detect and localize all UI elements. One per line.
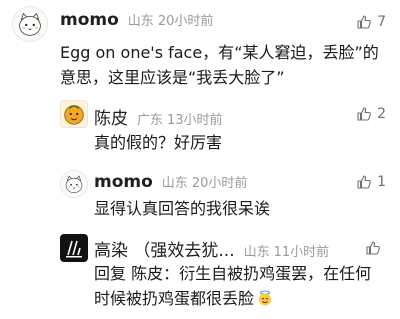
- comment-text-line: 回复 陈皮：衍生自被扔鸡蛋罢，在任何: [94, 261, 371, 286]
- like-count: 1: [377, 174, 386, 190]
- comment-text-line: 真的假的？好厉害: [94, 133, 223, 152]
- like-button[interactable]: 2: [356, 106, 386, 122]
- cat-avatar-icon: [13, 7, 47, 41]
- comment-text-line: Egg on one's face，有“某人窘迫，丢脸”的: [60, 43, 379, 62]
- thumbs-up-icon: [357, 175, 371, 189]
- thumbs-up-icon: [366, 241, 380, 255]
- comment-text: Egg on one's face，有“某人窘迫，丢脸”的 意思，这里应该是“我…: [60, 40, 379, 90]
- comment-time: 11小时前: [273, 245, 330, 260]
- avatar[interactable]: [60, 170, 88, 198]
- reply-text: 时候被扔鸡蛋都很丢脸: [94, 289, 255, 308]
- like-button[interactable]: [365, 240, 386, 256]
- reply-text: ：衍生自被扔鸡蛋罢，在任何: [163, 264, 372, 283]
- reply-prefix: 回复: [94, 264, 127, 283]
- comment-item: momo 山东 20小时前 1 显得认真回答的我很呆诶: [0, 164, 400, 232]
- like-button[interactable]: 1: [356, 174, 386, 190]
- avatar[interactable]: [60, 234, 88, 262]
- comment-thread: momo 山东 20小时前 7 Egg on one's face，有“某人窘迫…: [0, 0, 400, 319]
- reply-target-name[interactable]: 陈皮: [131, 264, 163, 283]
- smiling-face-with-halo-emoji: [257, 288, 273, 306]
- like-count: 7: [377, 14, 386, 30]
- comment-item: 陈皮 广东 13小时前 2 真的假的？好厉害: [0, 94, 400, 164]
- comment-location: 山东: [243, 245, 270, 260]
- comment-time: 13小时前: [167, 113, 223, 128]
- author-name[interactable]: 高染 （强效去犹...: [94, 236, 235, 261]
- like-button[interactable]: 7: [356, 14, 386, 30]
- cat-avatar-icon: [61, 171, 87, 197]
- comment-item: momo 山东 20小时前 7 Egg on one's face，有“某人窘迫…: [0, 0, 400, 94]
- thumbs-up-icon: [357, 107, 371, 121]
- comment-location: 广东: [137, 113, 164, 128]
- thumbs-up-icon: [357, 15, 371, 29]
- black-logo-avatar-icon: [60, 234, 88, 262]
- comment-text-line: 时候被扔鸡蛋都很丢脸: [94, 286, 371, 311]
- comment-text: 回复 陈皮：衍生自被扔鸡蛋罢，在任何 时候被扔鸡蛋都很丢脸: [94, 261, 371, 311]
- comment-time: 20小时前: [191, 176, 248, 191]
- comment-text-line: 显得认真回答的我很呆诶: [94, 199, 271, 218]
- comment-text-line: 意思，这里应该是“我丢大脸了”: [60, 68, 285, 87]
- comment-location: 山东: [161, 176, 188, 191]
- comment-text: 真的假的？好厉害: [94, 130, 222, 155]
- author-name[interactable]: 陈皮: [94, 104, 128, 129]
- orange-character-avatar-icon: [61, 101, 87, 127]
- author-name[interactable]: momo: [94, 172, 153, 192]
- comment-time: 20小时前: [157, 14, 214, 29]
- comment-item: 高染 （强效去犹... 山东 11小时前 回复 陈皮：衍生自被扔鸡蛋罢，在任何 …: [0, 232, 400, 319]
- avatar[interactable]: [12, 6, 48, 42]
- comment-text: 显得认真回答的我很呆诶: [94, 196, 270, 221]
- author-name[interactable]: momo: [60, 10, 119, 30]
- comment-location: 山东: [127, 14, 154, 29]
- like-count: 2: [377, 106, 386, 122]
- avatar[interactable]: [60, 100, 88, 128]
